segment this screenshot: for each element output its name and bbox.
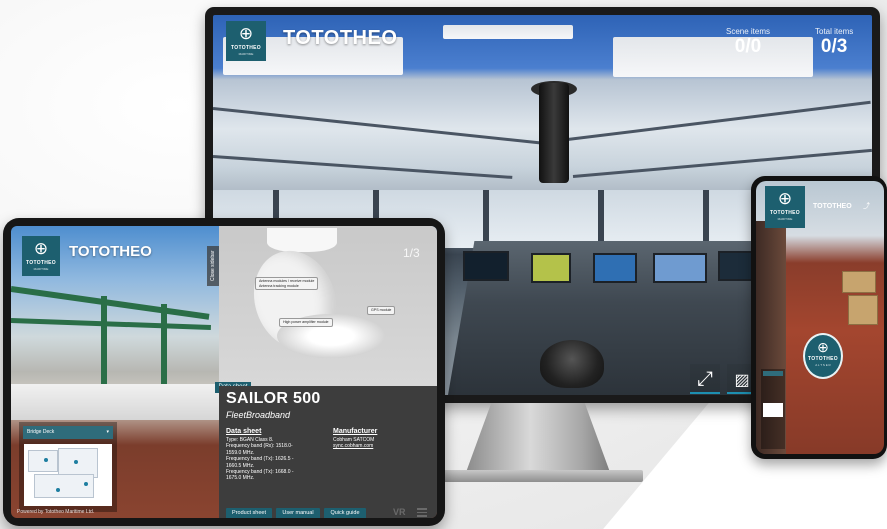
model-antenna-top [267,228,337,252]
manufacturer-info: Cobham SATCOM sync.cobham.com [333,437,433,450]
console-display [593,253,637,283]
logo-word: TOTOTHEO [770,210,800,216]
close-sidebar-button[interactable]: Close sidebar [207,246,219,286]
brand-logo[interactable]: ⊕ TOTOTHEO MARITIME [22,236,60,276]
powered-by-text: Powered by Tototheo Maritime Ltd. [17,509,95,515]
ceiling-panel [443,25,573,39]
logo-mark-icon: ⊕ [33,239,49,258]
crane-post [101,296,107,386]
product-sheet-button[interactable]: Product sheet [226,508,272,518]
quick-guide-button[interactable]: Quick guide [324,508,366,518]
manufacturer-link[interactable]: sync.cobham.com [333,443,433,449]
logo-mark-icon: ⊕ [238,24,254,43]
console-display [653,253,707,283]
product-info-panel: SAILOR 500 FleetBroadband Data sheet Typ… [219,386,437,518]
logo-word: TOTOTHEO [26,260,56,266]
total-items-value: 0/3 [820,36,848,57]
brand-title: TOTOTHEO [813,203,852,210]
model-callout[interactable]: Antenna modules / receive module Antenna… [255,277,319,290]
logo-mark-icon: ⊕ [777,189,793,208]
page-indicator: 1/3 [403,246,420,260]
crane-arm [11,318,211,330]
ceiling-panel [613,37,813,77]
tablet-device: ⊕ TOTOTHEO MARITIME TOTOTHEO Antenna mod… [3,218,445,526]
monitor-stand-base [437,470,643,482]
brand-title: TOTOTHEO [69,243,152,260]
hamburger-menu-icon[interactable] [417,508,427,518]
user-manual-button[interactable]: User manual [276,508,320,518]
console-display [531,253,571,283]
deck-floor-plan[interactable] [24,444,112,506]
crane-arm [11,286,210,320]
ceiling-mast [539,83,569,183]
deck-crate [842,271,876,293]
hotspot-marker[interactable] [74,460,78,464]
spec-line: 1675.0 MHz. [226,475,255,482]
model-callout[interactable]: High power amplifier module [279,318,333,327]
logo-tagline: MARITIME [33,267,49,271]
model-callout[interactable]: GPS module [367,306,396,315]
deck-crate [848,295,878,325]
deck-minimap[interactable] [761,369,785,449]
logo-tagline: MARITIME [238,52,254,56]
phone-screen[interactable]: ⊕ TOTOTHEO MARITIME TOTOTHEO ⤴ ⊕ TOTOTHE… [756,181,884,454]
logo-tagline: MARITIME [777,217,793,221]
brand-logo[interactable]: ⊕ TOTOTHEO MARITIME [226,21,266,61]
fullscreen-button[interactable]: ⤢ [690,364,720,394]
ceiling-beam [542,100,871,144]
chevron-down-icon: ▾ [106,429,109,435]
data-sheet-heading: Data sheet [226,428,262,435]
manufacturer-heading: Manufacturer [333,428,378,435]
deck-select[interactable] [763,371,783,376]
ship-wheel [540,340,604,388]
expand-arrows-icon: ⤢ [697,368,713,390]
phone-device: ⊕ TOTOTHEO MARITIME TOTOTHEO ⤴ ⊕ TOTOTHE… [751,176,887,459]
brand-badge-hotspot[interactable]: ⊕ TOTOTHEO A L T S E R [803,333,843,379]
plan-room [28,450,58,472]
window-post [598,190,604,248]
ceiling-beam [572,148,872,178]
scene-items-counter: Scene items 0/0 [726,27,770,57]
deck-select[interactable]: Bridge Deck ▾ [23,426,113,439]
brand-title: TOTOTHEO [283,27,398,49]
deck-wall [11,384,221,420]
total-items-counter: Total items 0/3 [815,27,853,57]
hotspot-marker[interactable] [84,482,88,486]
tablet-screen[interactable]: ⊕ TOTOTHEO MARITIME TOTOTHEO Antenna mod… [11,226,437,518]
ceiling-beam [213,107,542,145]
plan-room [34,474,94,498]
image-gallery-icon: ▨ [734,372,750,389]
console-display [463,251,509,281]
logo-word: TOTOTHEO [231,45,261,51]
vr-button[interactable]: VR [393,507,406,517]
deck-minimap[interactable]: Bridge Deck ▾ [19,422,117,512]
product-title: SAILOR 500 [226,390,321,407]
data-sheet-specs: Type: BGAN Class 8. Frequency band (Rx):… [226,437,326,482]
deck-floor-plan[interactable] [763,403,783,417]
window-post [703,190,709,248]
hotspot-marker[interactable] [56,488,60,492]
ceiling-beam [213,155,513,179]
deck-select-value: Bridge Deck [27,429,55,435]
badge-word: TOTOTHEO [808,356,838,362]
badge-tagline: A L T S E R [815,363,831,367]
scene-items-value: 0/0 [734,36,762,57]
window-post [483,190,489,248]
brand-logo[interactable]: ⊕ TOTOTHEO MARITIME [765,186,805,228]
crane-post [161,304,167,384]
product-subtitle: FleetBroadband [226,410,291,420]
logo-mark-icon: ⊕ [817,339,829,355]
share-icon[interactable]: ⤴ [863,201,870,211]
hotspot-marker[interactable] [44,458,48,462]
total-items-label: Total items [815,27,854,36]
scene-items-label: Scene items [726,27,771,36]
